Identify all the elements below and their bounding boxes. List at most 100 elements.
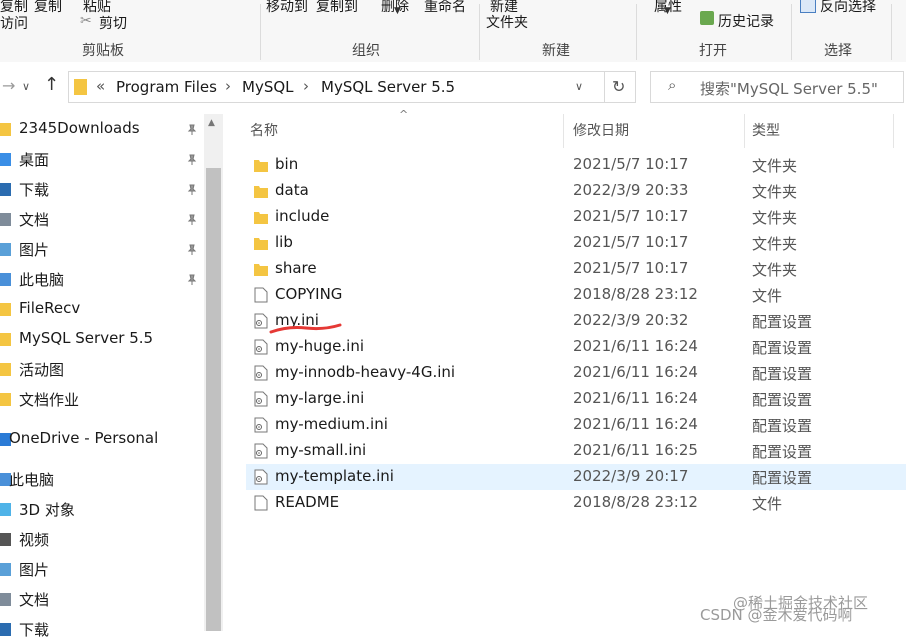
sidebar-item[interactable]: 图片 bbox=[0, 234, 200, 264]
pin-icon[interactable] bbox=[186, 272, 198, 285]
file-type: 配置设置 bbox=[752, 313, 813, 331]
column-divider[interactable] bbox=[563, 114, 564, 148]
ini-file-icon bbox=[254, 365, 268, 381]
sidebar-item-label: FileRecv bbox=[19, 299, 81, 317]
file-row[interactable]: my.ini 2022/3/9 20:32 配置设置 bbox=[246, 308, 906, 334]
sidebar-item-label: OneDrive - Personal bbox=[9, 429, 159, 447]
file-name: my-medium.ini bbox=[275, 415, 388, 433]
ini-file-icon bbox=[254, 391, 268, 407]
file-row[interactable]: lib 2021/5/7 10:17 文件夹 bbox=[246, 230, 906, 256]
access-button[interactable]: 访问 bbox=[0, 13, 28, 33]
divider bbox=[604, 71, 605, 103]
sidebar-item-label: 此电脑 bbox=[19, 271, 65, 289]
sidebar-item[interactable]: FileRecv bbox=[0, 294, 200, 324]
group-organize: 组织 bbox=[352, 43, 380, 59]
file-modified-date: 2018/8/28 23:12 bbox=[573, 285, 698, 303]
invert-select-button[interactable]: 反向选择 bbox=[820, 0, 876, 16]
sidebar-item-label: 活动图 bbox=[19, 361, 65, 379]
sidebar-item[interactable]: 图片 bbox=[0, 554, 200, 584]
recent-locations-icon[interactable]: ∨ bbox=[22, 80, 30, 93]
search-icon: ⌕ bbox=[668, 76, 677, 94]
file-modified-date: 2021/5/7 10:17 bbox=[573, 207, 689, 225]
scroll-up-icon[interactable]: ▲ bbox=[208, 118, 215, 128]
sidebar-item[interactable]: 3D 对象 bbox=[0, 494, 200, 524]
file-row[interactable]: my-large.ini 2021/6/11 16:24 配置设置 bbox=[246, 386, 906, 412]
documents-icon bbox=[0, 593, 11, 606]
sidebar-item[interactable]: 文档 bbox=[0, 584, 200, 614]
file-icon bbox=[254, 495, 268, 511]
sidebar-item-label: MySQL Server 5.5 bbox=[19, 329, 154, 347]
file-row[interactable]: my-huge.ini 2021/6/11 16:24 配置设置 bbox=[246, 334, 906, 360]
file-row[interactable]: my-innodb-heavy-4G.ini 2021/6/11 16:24 配置设… bbox=[246, 360, 906, 386]
copy-to-button[interactable]: 复制到 bbox=[316, 0, 358, 16]
ribbon-divider bbox=[260, 4, 261, 60]
rename-button[interactable]: 重命名 bbox=[424, 0, 466, 16]
file-name: my-small.ini bbox=[275, 441, 367, 459]
file-row[interactable]: bin 2021/5/7 10:17 文件夹 bbox=[246, 152, 906, 178]
folder-icon bbox=[0, 303, 11, 316]
refresh-icon[interactable]: ↻ bbox=[612, 77, 625, 96]
column-divider[interactable] bbox=[744, 114, 745, 148]
file-modified-date: 2022/3/9 20:17 bbox=[573, 467, 689, 485]
file-row[interactable]: my-medium.ini 2021/6/11 16:24 配置设置 bbox=[246, 412, 906, 438]
pin-icon[interactable] bbox=[186, 242, 198, 255]
pin-icon[interactable] bbox=[186, 122, 198, 135]
file-row[interactable]: include 2021/5/7 10:17 文件夹 bbox=[246, 204, 906, 230]
pictures-icon bbox=[0, 563, 11, 576]
video-icon bbox=[0, 533, 11, 546]
file-row[interactable]: my-small.ini 2021/6/11 16:25 配置设置 bbox=[246, 438, 906, 464]
chevron-down-icon: ▼ bbox=[394, 6, 401, 16]
file-row[interactable]: share 2021/5/7 10:17 文件夹 bbox=[246, 256, 906, 282]
sidebar-item[interactable]: MySQL Server 5.5 bbox=[0, 324, 200, 354]
file-type: 文件夹 bbox=[752, 157, 798, 175]
history-button[interactable]: 历史记录 bbox=[718, 11, 774, 31]
overflow-chevron[interactable]: « bbox=[96, 77, 105, 95]
file-row[interactable]: my-template.ini 2022/3/9 20:17 配置设置 bbox=[246, 464, 906, 490]
forward-arrow-icon[interactable]: → bbox=[2, 76, 15, 95]
column-header-type[interactable]: 类型 bbox=[752, 120, 780, 140]
folder-icon bbox=[0, 123, 11, 136]
move-to-button[interactable]: 移动到 bbox=[266, 0, 308, 16]
column-header-date[interactable]: 修改日期 bbox=[573, 120, 629, 140]
breadcrumb-separator: › bbox=[303, 77, 309, 95]
sidebar-item[interactable]: OneDrive - Personal bbox=[0, 424, 200, 454]
chevron-down-icon: ▼ bbox=[664, 6, 671, 16]
file-modified-date: 2021/5/7 10:17 bbox=[573, 233, 689, 251]
new-folder-label[interactable]: 文件夹 bbox=[486, 12, 528, 32]
column-header-name[interactable]: 名称 bbox=[250, 120, 278, 140]
pin-icon[interactable] bbox=[186, 152, 198, 165]
group-clipboard: 剪贴板 bbox=[82, 43, 124, 59]
sidebar-item[interactable]: 桌面 bbox=[0, 144, 200, 174]
sidebar-item[interactable]: 活动图 bbox=[0, 354, 200, 384]
pin-icon[interactable] bbox=[186, 212, 198, 225]
sidebar-item[interactable]: 视频 bbox=[0, 524, 200, 554]
column-divider[interactable] bbox=[893, 114, 894, 148]
up-arrow-icon[interactable]: ↑ bbox=[44, 74, 59, 95]
file-name: include bbox=[275, 207, 330, 225]
breadcrumb-program-files[interactable]: Program Files bbox=[116, 78, 217, 96]
file-row[interactable]: COPYING 2018/8/28 23:12 文件 bbox=[246, 282, 906, 308]
cut-button[interactable]: 剪切 bbox=[99, 13, 127, 33]
chevron-down-icon[interactable]: ∨ bbox=[575, 80, 583, 93]
sidebar-item[interactable]: 下载 bbox=[0, 614, 200, 644]
sidebar-item-label: 图片 bbox=[19, 241, 50, 259]
sidebar-item[interactable]: 文档 bbox=[0, 204, 200, 234]
sidebar-item[interactable]: 文档作业 bbox=[0, 384, 200, 414]
navigation-pane: 2345Downloads 桌面 下载 文档 图片 此电脑 FileRecv MySQL Se… bbox=[0, 114, 205, 639]
nav-scrollbar-thumb[interactable] bbox=[206, 168, 221, 631]
invert-select-icon bbox=[800, 0, 816, 13]
file-type: 配置设置 bbox=[752, 443, 813, 461]
breadcrumb-mysql-server[interactable]: MySQL Server 5.5 bbox=[321, 78, 455, 96]
sidebar-item[interactable]: 此电脑 bbox=[0, 264, 200, 294]
sidebar-item[interactable]: 此电脑 bbox=[0, 464, 200, 494]
copy-button[interactable]: 复制 bbox=[34, 0, 62, 16]
pin-icon[interactable] bbox=[186, 182, 198, 195]
breadcrumb-mysql[interactable]: MySQL bbox=[242, 78, 294, 96]
sidebar-item[interactable]: 2345Downloads bbox=[0, 114, 200, 144]
history-icon bbox=[700, 11, 714, 25]
file-row[interactable]: README 2018/8/28 23:12 文件 bbox=[246, 490, 906, 516]
sidebar-item[interactable]: 下载 bbox=[0, 174, 200, 204]
sidebar-item-label: 视频 bbox=[19, 531, 50, 549]
folder-icon bbox=[254, 157, 268, 173]
file-row[interactable]: data 2022/3/9 20:33 文件夹 bbox=[246, 178, 906, 204]
